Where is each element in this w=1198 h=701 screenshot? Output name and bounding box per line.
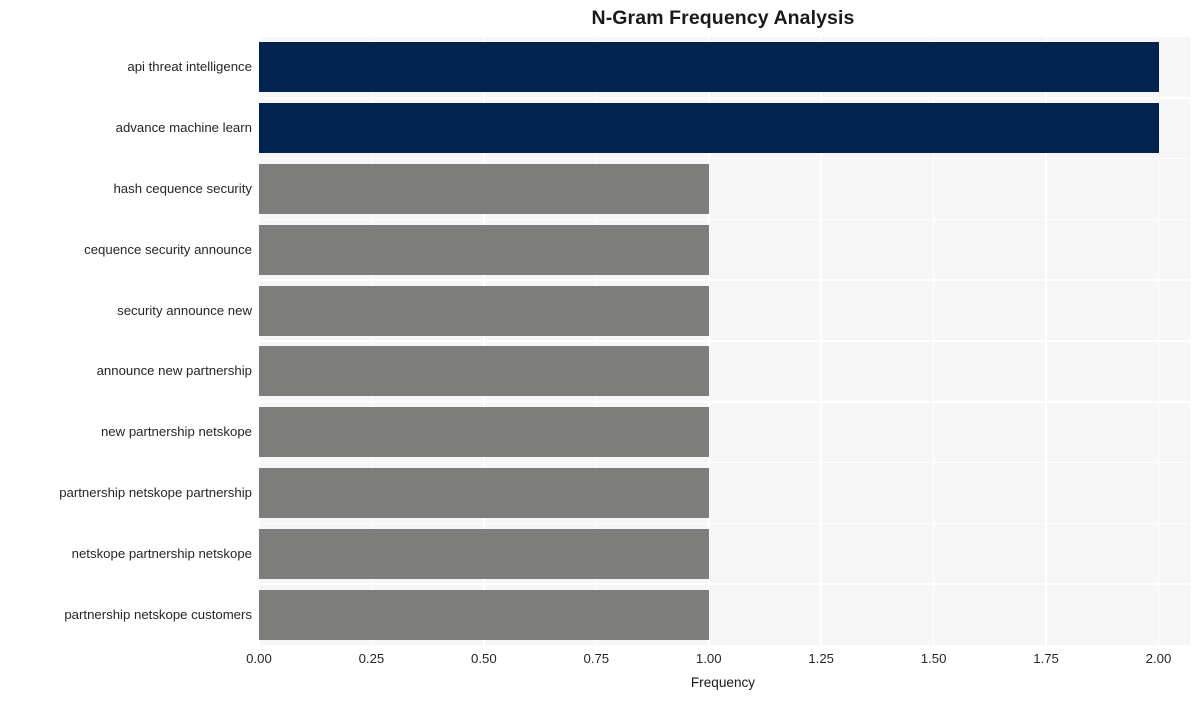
y-tick-label: announce new partnership	[96, 363, 252, 379]
x-tick-label: 0.00	[246, 651, 272, 666]
y-tick-label: hash cequence security	[113, 181, 252, 196]
bar	[259, 407, 709, 458]
y-tick-label: partnership netskope partnership	[59, 485, 252, 500]
bar	[259, 42, 1159, 93]
y-gridline	[259, 401, 1190, 403]
y-tick-label: security announce new	[117, 302, 252, 318]
x-tick-label: 0.50	[471, 651, 497, 666]
chart-title-text: N-Gram Frequency Analysis	[591, 7, 855, 29]
x-tick-label: 1.00	[695, 651, 722, 666]
y-tick-label: partnership netskope customers	[64, 606, 252, 622]
ngram-frequency-chart: N-Gram Frequency Analysis api threat int…	[0, 0, 1198, 701]
y-gridline	[259, 583, 1190, 585]
y-gridline	[259, 97, 1190, 99]
y-gridline	[259, 218, 1190, 221]
chart-title: N-Gram Frequency Analysis	[0, 6, 1198, 30]
x-tick-label: 1.75	[1033, 651, 1059, 666]
plot-area	[259, 37, 1190, 645]
y-gridline	[259, 340, 1190, 342]
y-tick-label: cequence security announce	[84, 241, 252, 257]
x-tick-label: 2.00	[1145, 651, 1172, 666]
y-tick-label: advance machine learn	[115, 120, 252, 136]
bar	[259, 468, 709, 518]
bar	[259, 164, 709, 214]
bar	[259, 589, 709, 640]
y-gridline	[259, 461, 1190, 464]
x-tick-label: 1.50	[920, 651, 947, 666]
bar	[259, 224, 709, 275]
x-tick-label: 1.25	[808, 651, 835, 666]
bar	[259, 528, 709, 579]
y-gridline	[259, 522, 1190, 525]
y-gridline	[259, 157, 1190, 160]
y-tick-label: netskope partnership netskope	[71, 545, 252, 561]
y-tick-label: api threat intelligence	[127, 59, 252, 75]
bar	[259, 103, 1159, 154]
bar	[259, 285, 709, 336]
bar	[259, 346, 709, 397]
x-axis-label: Frequency	[690, 675, 756, 690]
y-gridline	[259, 279, 1190, 281]
x-tick-label: 0.25	[358, 651, 385, 666]
y-tick-label: new partnership netskope	[100, 424, 252, 440]
x-tick-label: 0.75	[583, 651, 610, 666]
